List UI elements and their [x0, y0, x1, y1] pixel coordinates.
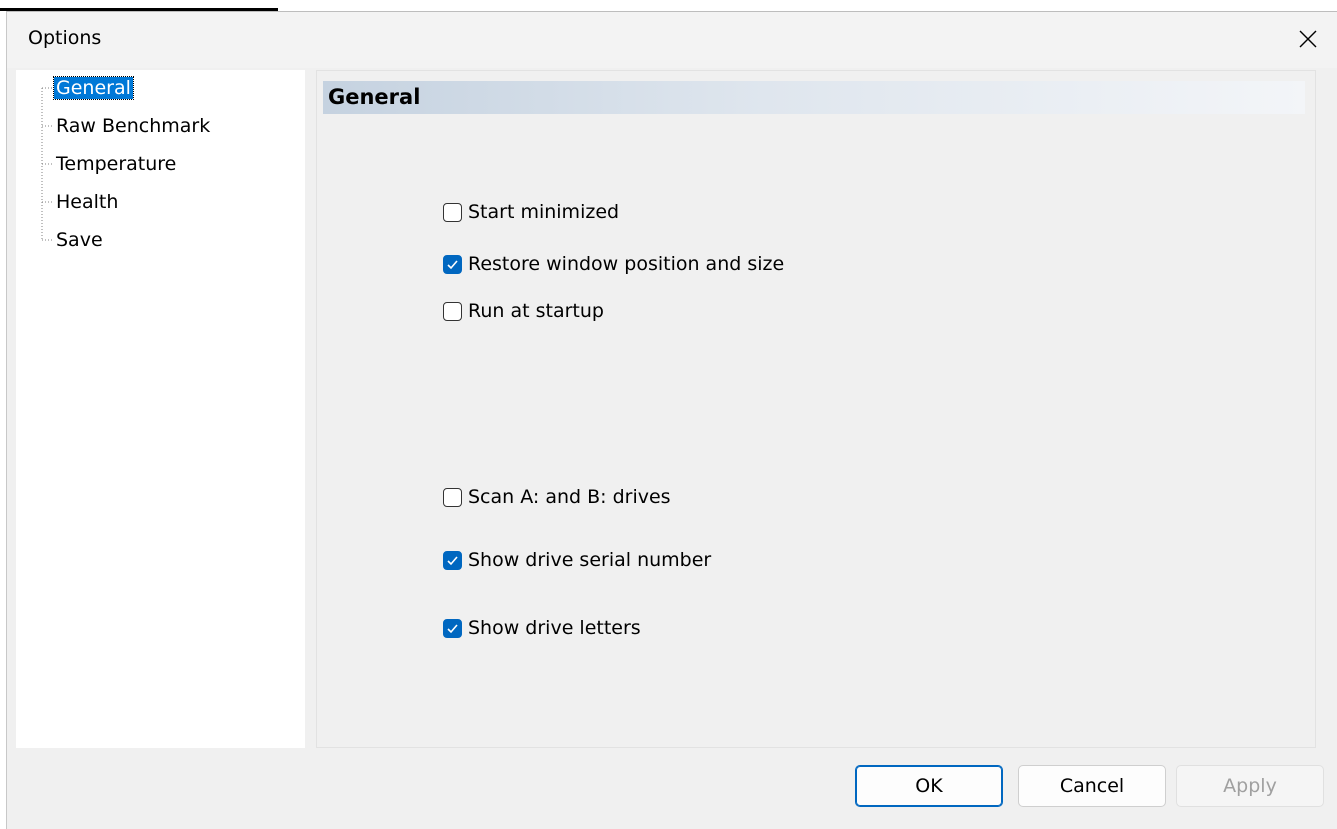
checkbox-label: Show drive letters: [468, 617, 641, 639]
close-button[interactable]: [1281, 12, 1335, 66]
checkbox-label: Run at startup: [468, 300, 604, 322]
checkbox-box: [443, 550, 462, 570]
close-icon: [1299, 30, 1317, 48]
tree-item-label: Save: [56, 229, 103, 251]
settings-panel: General Start minimized Restore window p…: [316, 70, 1316, 748]
checkbox-label: Show drive serial number: [468, 549, 712, 571]
ok-button[interactable]: OK: [855, 765, 1003, 807]
tree-item-label: Temperature: [56, 153, 177, 175]
section-title: General: [328, 85, 421, 109]
checkbox-box: [443, 487, 462, 507]
tree-item-health[interactable]: Health: [54, 187, 120, 217]
apply-button[interactable]: Apply: [1176, 765, 1324, 807]
show-drive-letters-checkbox[interactable]: Show drive letters: [443, 617, 641, 639]
cancel-button[interactable]: Cancel: [1018, 765, 1166, 807]
checkbox-box: [443, 202, 462, 222]
tree-item-label: Raw Benchmark: [56, 115, 211, 137]
checkbox-box: [443, 254, 462, 274]
scan-ab-drives-checkbox[interactable]: Scan A: and B: drives: [443, 486, 671, 508]
title-bar: Options: [7, 12, 1337, 68]
checkbox-label: Restore window position and size: [468, 253, 785, 275]
tree-item-general[interactable]: General: [53, 73, 134, 103]
tree-item-temperature[interactable]: Temperature: [54, 149, 178, 179]
check-icon: [447, 259, 458, 269]
checkbox-box: [443, 301, 462, 321]
checkbox-box: [443, 618, 462, 638]
tree-item-label: Health: [56, 191, 119, 213]
tree-item-raw-benchmark[interactable]: Raw Benchmark: [54, 111, 212, 141]
tree-item-save[interactable]: Save: [54, 225, 105, 255]
run-at-startup-checkbox[interactable]: Run at startup: [443, 300, 604, 322]
check-icon: [447, 623, 458, 633]
section-header: General: [323, 81, 1305, 114]
show-serial-number-checkbox[interactable]: Show drive serial number: [443, 549, 711, 571]
checkbox-label: Scan A: and B: drives: [468, 486, 671, 508]
options-tree: General Raw Benchmark Temperature Health…: [16, 70, 305, 748]
restore-window-checkbox[interactable]: Restore window position and size: [443, 253, 784, 275]
window-title: Options: [28, 27, 102, 49]
check-icon: [447, 555, 458, 565]
start-minimized-checkbox[interactable]: Start minimized: [443, 201, 619, 223]
tree-connector-lines: [41, 87, 54, 241]
checkbox-label: Start minimized: [468, 201, 620, 223]
tree-item-label: General: [53, 76, 134, 100]
